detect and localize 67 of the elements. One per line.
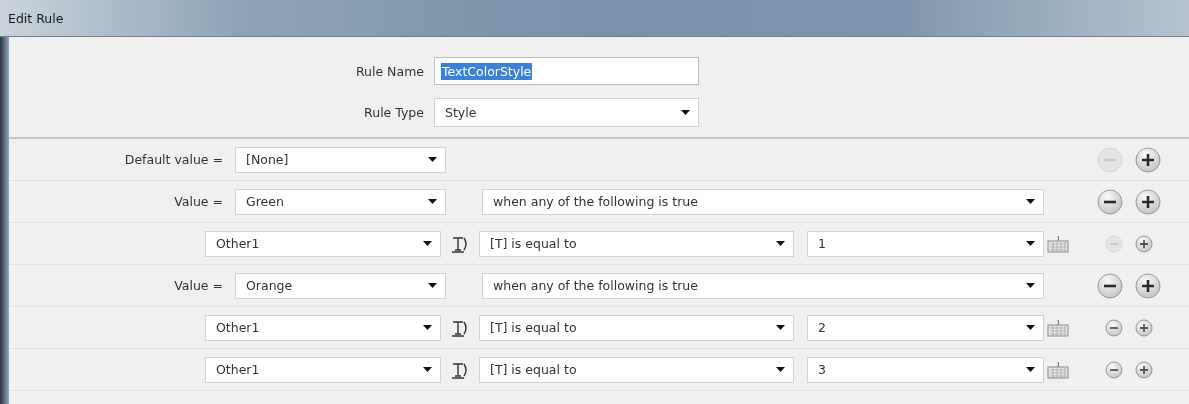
value-dropdown[interactable]: [None] [235, 146, 446, 173]
dropdown-value: Green [246, 194, 284, 209]
caret-icon [423, 325, 432, 330]
caret-icon [1026, 241, 1035, 246]
add-button[interactable] [1135, 146, 1161, 173]
operator-dropdown[interactable]: [T] is equal to [479, 314, 794, 341]
field-dropdown[interactable]: Other1 [205, 230, 441, 257]
remove-button[interactable] [1097, 272, 1123, 299]
add-button[interactable] [1135, 188, 1161, 215]
rule-name-field[interactable]: TextColorStyle [434, 57, 699, 85]
add-button[interactable] [1135, 272, 1161, 299]
dropdown-value: 2 [818, 320, 826, 335]
caret-icon [776, 367, 785, 372]
rule-type-dropdown[interactable]: Style [434, 98, 699, 127]
caret-icon [1026, 283, 1035, 288]
operand-dropdown[interactable]: 1 [807, 230, 1044, 257]
text-input-icon [451, 234, 469, 253]
dropdown-value: [T] is equal to [490, 362, 577, 377]
condition-dropdown[interactable]: when any of the following is true [482, 188, 1044, 215]
caret-icon [1026, 199, 1035, 204]
caret-icon [1026, 367, 1035, 372]
caret-icon [428, 199, 437, 204]
dropdown-value: [T] is equal to [490, 320, 577, 335]
add-button[interactable] [1135, 318, 1153, 337]
caret-icon [423, 367, 432, 372]
field-label: Rule Type [363, 105, 425, 120]
dropdown-value: when any of the following is true [493, 194, 698, 209]
field-dropdown[interactable]: Other1 [205, 314, 441, 341]
keyboard-icon [1047, 318, 1069, 337]
add-button[interactable] [1135, 360, 1153, 379]
value-label: Value = [173, 194, 223, 209]
caret-icon [423, 241, 432, 246]
dropdown-value: Other1 [216, 320, 260, 335]
caret-icon [681, 110, 690, 115]
value-dropdown[interactable]: Orange [235, 272, 446, 299]
field-dropdown[interactable]: Other1 [205, 356, 441, 383]
value-label: Default value = [123, 152, 223, 167]
dropdown-value: 3 [818, 362, 826, 377]
dropdown-value: Other1 [216, 236, 260, 251]
operator-dropdown[interactable]: [T] is equal to [479, 356, 794, 383]
dropdown-value: Other1 [216, 362, 260, 377]
field-value: TextColorStyle [441, 62, 533, 80]
keyboard-icon [1047, 234, 1069, 253]
caret-icon [428, 157, 437, 162]
caret-icon [776, 325, 785, 330]
dropdown-value: Orange [246, 278, 293, 293]
field-label: Rule Name [354, 63, 425, 79]
condition-dropdown[interactable]: when any of the following is true [482, 272, 1044, 299]
caret-icon [428, 283, 437, 288]
text-input-icon [451, 360, 469, 379]
operand-dropdown[interactable]: 2 [807, 314, 1044, 341]
window-title: Edit Rule [8, 10, 64, 26]
text-input-icon [451, 318, 469, 337]
remove-button[interactable] [1097, 188, 1123, 215]
caret-icon [1026, 325, 1035, 330]
dropdown-value: [None] [246, 152, 289, 167]
add-button[interactable] [1135, 234, 1153, 253]
caret-icon [776, 241, 785, 246]
dropdown-value: [T] is equal to [490, 236, 577, 251]
operand-dropdown[interactable]: 3 [807, 356, 1044, 383]
value-dropdown[interactable]: Green [235, 188, 446, 215]
dropdown-value: 1 [818, 236, 826, 251]
keyboard-icon [1047, 360, 1069, 379]
value-label: Value = [173, 278, 223, 293]
dropdown-value: when any of the following is true [493, 278, 698, 293]
dropdown-value: Style [445, 105, 477, 120]
operator-dropdown[interactable]: [T] is equal to [479, 230, 794, 257]
